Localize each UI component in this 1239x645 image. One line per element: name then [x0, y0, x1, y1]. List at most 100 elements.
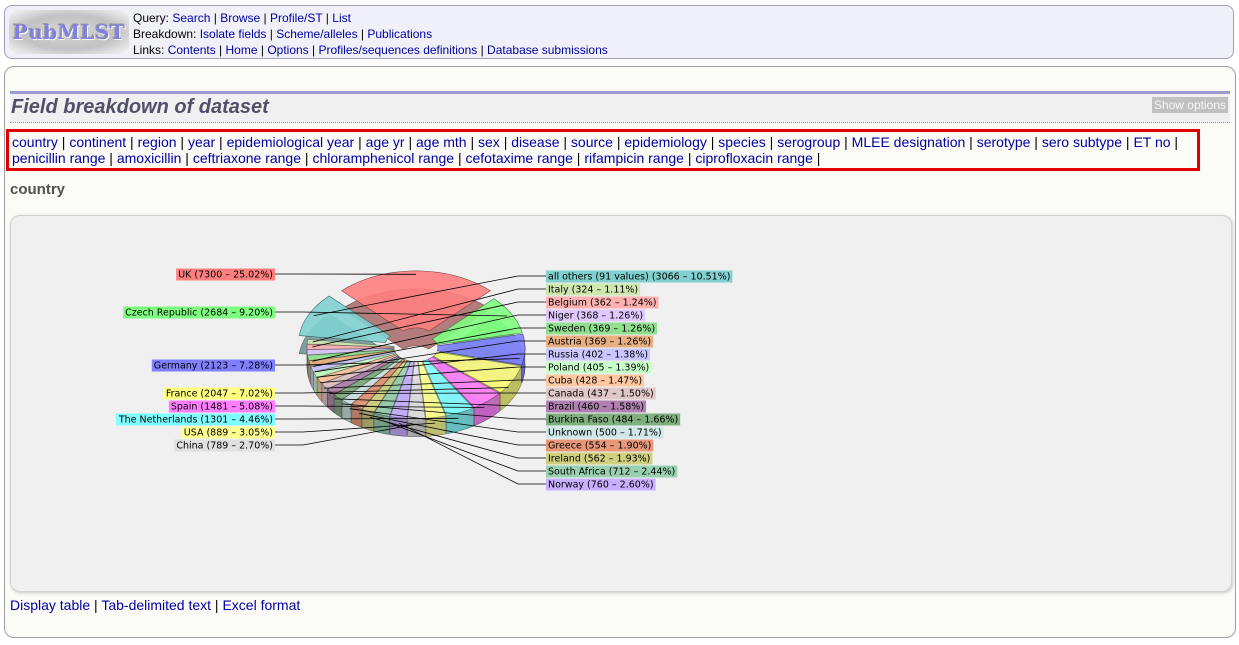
- separator: |: [965, 134, 977, 150]
- separator: |: [572, 150, 585, 166]
- pie-label-text: France (2047 – 7.02%): [166, 389, 273, 400]
- field-link-serotype[interactable]: serotype: [977, 134, 1031, 150]
- separator: |: [466, 134, 479, 150]
- pie-label-text: Poland (405 – 1.39%): [548, 363, 649, 374]
- separator: |: [1030, 134, 1042, 150]
- pie-label-text: UK (7300 – 25.02%): [178, 270, 273, 281]
- separator: |: [812, 150, 821, 166]
- separator: |: [181, 150, 193, 166]
- field-link-mlee-designation[interactable]: MLEE designation: [852, 134, 966, 150]
- field-link-country[interactable]: country: [12, 134, 58, 150]
- pie-label-text: USA (889 – 3.05%): [184, 428, 273, 439]
- field-link-chloramphenicol-range[interactable]: chloramphenicol range: [312, 150, 454, 166]
- field-link-age-yr[interactable]: age yr: [366, 134, 405, 150]
- separator: |: [215, 134, 227, 150]
- field-link-epidemiology[interactable]: epidemiology: [624, 134, 707, 150]
- field-link-age-mth[interactable]: age mth: [416, 134, 467, 150]
- pie-label-text: Belgium (362 – 1.24%): [548, 298, 656, 309]
- field-link-rifampicin-range[interactable]: rifampicin range: [584, 150, 684, 166]
- pie-label-text: Greece (554 – 1.90%): [548, 441, 651, 452]
- separator: |: [105, 150, 117, 166]
- field-link-ceftriaxone-range[interactable]: ceftriaxone range: [193, 150, 301, 166]
- field-link-cefotaxime-range[interactable]: cefotaxime range: [466, 150, 573, 166]
- field-link-ciprofloxacin-range[interactable]: ciprofloxacin range: [695, 150, 813, 166]
- pie-label-text: Czech Republic (2684 – 9.20%): [125, 308, 273, 319]
- title-bar: Field breakdown of dataset Show options: [10, 91, 1230, 123]
- field-link-penicillin-range[interactable]: penicillin range: [12, 150, 105, 166]
- separator: |: [57, 134, 70, 150]
- field-link-serogroup[interactable]: serogroup: [777, 134, 840, 150]
- field-link-sex[interactable]: sex: [478, 134, 500, 150]
- menu-link-search[interactable]: Search: [172, 11, 210, 25]
- pie-label-text: Burkina Faso (484 – 1.66%): [548, 415, 678, 426]
- menu-link-contents[interactable]: Contents: [168, 43, 216, 57]
- menu-link-home[interactable]: Home: [226, 43, 258, 57]
- pie-label-text: all others (91 values) (3066 – 10.51%): [548, 272, 730, 283]
- main-panel: Field breakdown of dataset Show options …: [4, 66, 1236, 638]
- pie-chart: UK (7300 – 25.02%) Czech Republic (2684 –…: [115, 268, 733, 491]
- separator: |: [126, 134, 138, 150]
- export-links: Display table | Tab-delimited text | Exc…: [10, 597, 300, 613]
- pubmlst-logo[interactable]: PubMLST: [9, 10, 129, 54]
- separator: |: [322, 11, 333, 25]
- field-link-species[interactable]: species: [718, 134, 765, 150]
- field-link-disease[interactable]: disease: [511, 134, 559, 150]
- separator: |: [257, 43, 268, 57]
- separator: |: [176, 134, 188, 150]
- menu-link-publications[interactable]: Publications: [367, 27, 432, 41]
- menu-link-options[interactable]: Options: [267, 43, 308, 57]
- separator: |: [559, 134, 571, 150]
- menu-link-profiles-sequences-definitions[interactable]: Profiles/sequences definitions: [318, 43, 477, 57]
- pie-label-text: Austria (369 – 1.26%): [548, 337, 651, 348]
- field-link-et-no[interactable]: ET no: [1133, 134, 1170, 150]
- field-link-region[interactable]: region: [138, 134, 177, 150]
- menu-row-links: Links: Contents | Home | Options | Profi…: [133, 42, 608, 58]
- separator: |: [301, 150, 313, 166]
- field-link-epidemiological-year[interactable]: epidemiological year: [227, 134, 355, 150]
- separator: |: [260, 11, 270, 25]
- menu-links: Query: Search | Browse | Profile/ST | Li…: [133, 10, 608, 58]
- pie-label-text: The Netherlands (1301 – 4.46%): [118, 415, 273, 426]
- pie-label-text: Cuba (428 – 1.47%): [548, 376, 642, 387]
- field-link-continent[interactable]: continent: [69, 134, 126, 150]
- export-link-display-table[interactable]: Display table: [10, 597, 90, 613]
- menu-row-label: Breakdown:: [133, 27, 200, 41]
- separator: |: [308, 43, 319, 57]
- field-link-amoxicillin[interactable]: amoxicillin: [117, 150, 182, 166]
- separator: |: [706, 134, 719, 150]
- menu-link-list[interactable]: List: [332, 11, 351, 25]
- chart-panel: UK (7300 – 25.02%) Czech Republic (2684 –…: [10, 215, 1232, 592]
- menu-link-scheme-alleles[interactable]: Scheme/alleles: [276, 27, 357, 41]
- menu-row-breakdown: Breakdown: Isolate fields | Scheme/allel…: [133, 26, 608, 42]
- pie-label-text: China (789 – 2.70%): [176, 441, 273, 452]
- menu-row-query: Query: Search | Browse | Profile/ST | Li…: [133, 10, 608, 26]
- separator: |: [1170, 134, 1179, 150]
- menu-link-database-submissions[interactable]: Database submissions: [487, 43, 608, 57]
- section-heading: country: [10, 181, 66, 198]
- separator: |: [454, 150, 466, 166]
- pie-label-text: Unknown (500 – 1.71%): [548, 428, 662, 439]
- menu-link-browse[interactable]: Browse: [220, 11, 260, 25]
- logo-text: PubMLST: [12, 20, 126, 44]
- field-link-year[interactable]: year: [188, 134, 215, 150]
- separator: |: [90, 597, 102, 613]
- export-link-excel-format[interactable]: Excel format: [222, 597, 300, 613]
- menu-link-profile-st[interactable]: Profile/ST: [270, 11, 322, 25]
- export-link-tab-delimited-text[interactable]: Tab-delimited text: [101, 597, 211, 613]
- field-link-sero-subtype[interactable]: sero subtype: [1042, 134, 1122, 150]
- pie-label-text: Germany (2123 – 7.28%): [154, 361, 273, 372]
- show-options-button[interactable]: Show options: [1151, 97, 1228, 113]
- separator: |: [477, 43, 488, 57]
- separator: |: [1122, 134, 1134, 150]
- pie-label-text: Ireland (562 – 1.93%): [548, 454, 650, 465]
- slice-side: [407, 418, 426, 437]
- separator: |: [840, 134, 852, 150]
- separator: |: [612, 134, 625, 150]
- field-link-source[interactable]: source: [571, 134, 613, 150]
- pie-label-text: Spain (1481 – 5.08%): [171, 402, 273, 413]
- pie-label-text: Italy (324 – 1.11%): [548, 285, 638, 296]
- menu-row-label: Links:: [133, 43, 168, 57]
- pie-label-text: Norway (760 – 2.60%): [548, 480, 654, 491]
- pie-label-text: Brazil (460 – 1.58%): [548, 402, 644, 413]
- menu-link-isolate-fields[interactable]: Isolate fields: [200, 27, 267, 41]
